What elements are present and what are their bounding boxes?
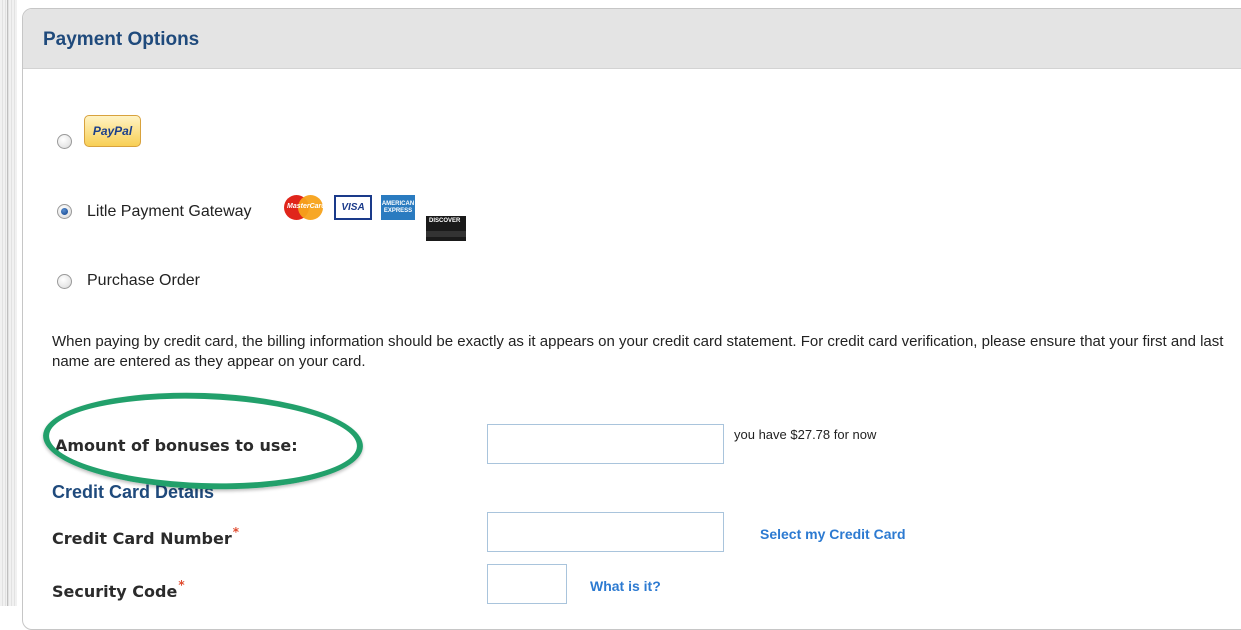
bonuses-input[interactable] (487, 424, 724, 464)
credit-card-number-label-text: Credit Card Number (52, 529, 232, 548)
discover-icon: DISCOVER (426, 216, 466, 241)
left-border-strip (0, 0, 17, 606)
mastercard-icon: MasterCard (284, 195, 326, 220)
credit-card-number-label: Credit Card Number* (52, 525, 239, 548)
credit-card-info-text: When paying by credit card, the billing … (52, 333, 1224, 370)
select-my-credit-card-link[interactable]: Select my Credit Card (760, 526, 906, 542)
security-code-label-text: Security Code (52, 582, 178, 601)
panel-title: Payment Options (43, 29, 200, 50)
bonuses-hint: you have $27.78 for now (734, 427, 877, 442)
paypal-logo-icon: PayPal (84, 115, 141, 147)
purchase-order-radio[interactable] (57, 274, 72, 289)
required-asterisk: * (232, 525, 240, 539)
purchase-order-label[interactable]: Purchase Order (87, 272, 200, 290)
litle-gateway-radio[interactable] (57, 204, 72, 219)
security-code-input[interactable] (487, 564, 567, 604)
required-asterisk: * (178, 578, 185, 592)
amex-icon: AMERICAN EXPRESS (381, 195, 415, 220)
paypal-logo-text: PayPal (92, 124, 133, 138)
panel-header: Payment Options (23, 9, 1241, 69)
visa-icon: VISA (334, 195, 372, 220)
paypal-radio[interactable] (57, 134, 72, 149)
litle-gateway-label[interactable]: Litle Payment Gateway (87, 203, 252, 221)
what-is-it-link[interactable]: What is it? (590, 578, 661, 594)
security-code-label: Security Code* (52, 578, 185, 601)
credit-card-number-input[interactable] (487, 512, 724, 552)
